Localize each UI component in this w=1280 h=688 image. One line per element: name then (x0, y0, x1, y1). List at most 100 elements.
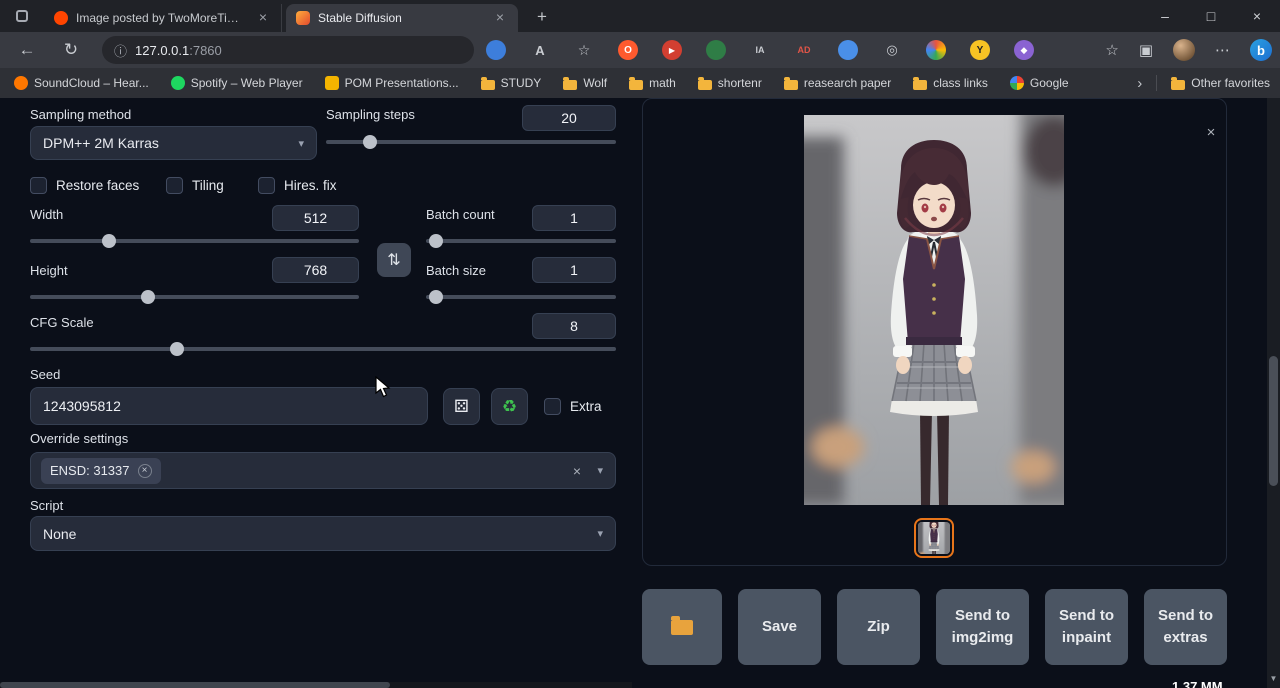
override-chip[interactable]: ENSD: 31337 × (41, 458, 161, 484)
collections-icon[interactable]: ▣ (1139, 41, 1153, 59)
remove-chip-icon[interactable]: × (138, 464, 152, 478)
scroll-down-arrow-icon[interactable]: ▼ (1267, 672, 1280, 686)
batch-size-slider[interactable] (426, 290, 616, 304)
minimize-button[interactable]: – (1142, 0, 1188, 32)
maximize-button[interactable]: □ (1188, 0, 1234, 32)
thumbnail-image (918, 522, 950, 554)
random-seed-button[interactable]: ⚄ (443, 388, 480, 425)
bookmark-folder-reasearch-paper[interactable]: reasearch paper (784, 76, 891, 90)
new-tab-button[interactable]: + (530, 5, 554, 29)
gallery-thumbnail-selected[interactable] (914, 518, 954, 558)
slider-handle[interactable] (102, 234, 116, 248)
extra-seed-checkbox[interactable]: Extra (544, 398, 602, 415)
slider-handle[interactable] (141, 290, 155, 304)
swap-dimensions-button[interactable]: ⇅ (377, 243, 411, 277)
tiling-checkbox[interactable]: Tiling (166, 177, 224, 194)
reuse-seed-button[interactable]: ♻ (491, 388, 528, 425)
slider-handle[interactable] (429, 290, 443, 304)
checkbox-box[interactable] (544, 398, 561, 415)
horizontal-scrollbar[interactable] (0, 682, 632, 688)
refresh-button[interactable]: ↻ (56, 32, 86, 68)
open-folder-button[interactable] (642, 589, 722, 665)
height-input[interactable] (272, 257, 359, 283)
ia-extension-icon[interactable]: IA (750, 40, 770, 60)
width-input[interactable] (272, 205, 359, 231)
bookmark-folder-math[interactable]: math (629, 76, 676, 90)
cfg-scale-slider[interactable] (30, 342, 616, 356)
spotify-icon (171, 76, 185, 90)
slider-handle[interactable] (363, 135, 377, 149)
hires-fix-checkbox[interactable]: Hires. fix (258, 177, 337, 194)
batch-count-slider[interactable] (426, 234, 616, 248)
sampling-steps-slider[interactable] (326, 135, 616, 149)
close-window-button[interactable]: × (1234, 0, 1280, 32)
bookmark-folder-wolf[interactable]: Wolf (563, 76, 607, 90)
pin-extension-icon[interactable]: ◎ (882, 40, 902, 60)
vertical-scrollbar-thumb[interactable] (1269, 356, 1278, 486)
navigation-bar: ← ↻ ⓘ 127.0.0.1:7860 A ☆ O ▶ IA AD ◎ Y ◆… (0, 32, 1280, 68)
cfg-scale-input[interactable] (532, 313, 616, 339)
url-port: :7860 (189, 43, 222, 58)
favorites-star-icon[interactable]: ☆ (1105, 41, 1118, 59)
checkbox-box[interactable] (258, 177, 275, 194)
tag-extension-icon[interactable] (486, 40, 506, 60)
play-extension-icon[interactable]: ▶ (662, 40, 682, 60)
slider-track (30, 239, 359, 243)
shield-extension-icon[interactable] (706, 40, 726, 60)
other-favorites-folder[interactable]: Other favorites (1171, 76, 1270, 90)
bookmark-soundcloud[interactable]: SoundCloud – Hear... (14, 76, 149, 90)
browser-menu-icon[interactable]: ⋯ (1215, 41, 1230, 59)
slider-handle[interactable] (429, 234, 443, 248)
y-extension-icon[interactable]: Y (970, 40, 990, 60)
width-slider[interactable] (30, 234, 359, 248)
slides-icon (325, 76, 339, 90)
send-to-inpaint-button[interactable]: Send to inpaint (1045, 589, 1128, 665)
star-extension-icon[interactable]: ☆ (574, 40, 594, 60)
bookmark-spotify[interactable]: Spotify – Web Player (171, 76, 303, 90)
close-preview-icon[interactable]: × (1203, 125, 1219, 141)
blue-extension-icon[interactable] (838, 40, 858, 60)
horizontal-scrollbar-thumb[interactable] (0, 682, 390, 688)
bookmark-google[interactable]: Google (1010, 76, 1069, 90)
chevron-down-icon: ▾ (597, 527, 603, 540)
sampling-steps-input[interactable] (522, 105, 616, 131)
restore-faces-checkbox[interactable]: Restore faces (30, 177, 139, 194)
checkbox-box[interactable] (30, 177, 47, 194)
generated-image[interactable] (804, 115, 1064, 505)
tab-actions-button[interactable] (10, 4, 34, 28)
ad-extension-icon[interactable]: AD (794, 40, 814, 60)
save-button[interactable]: Save (738, 589, 821, 665)
color-wheel-extension-icon[interactable] (926, 40, 946, 60)
batch-count-input[interactable] (532, 205, 616, 231)
adguard-extension-icon[interactable]: A (530, 40, 550, 60)
profile-avatar[interactable] (1173, 39, 1195, 61)
slider-handle[interactable] (170, 342, 184, 356)
send-to-extras-button[interactable]: Send to extras (1144, 589, 1227, 665)
bookmark-folder-class-links[interactable]: class links (913, 76, 988, 90)
checkbox-box[interactable] (166, 177, 183, 194)
script-dropdown[interactable]: None ▾ (30, 516, 616, 551)
address-bar[interactable]: ⓘ 127.0.0.1:7860 (102, 36, 474, 64)
send-to-img2img-button[interactable]: Send to img2img (936, 589, 1029, 665)
close-tab-icon[interactable]: × (255, 10, 271, 26)
site-info-icon[interactable]: ⓘ (114, 41, 127, 60)
batch-size-input[interactable] (532, 257, 616, 283)
height-slider[interactable] (30, 290, 359, 304)
vertical-scrollbar[interactable]: ▼ (1267, 98, 1280, 688)
bookmark-folder-study[interactable]: STUDY (481, 76, 542, 90)
zip-button[interactable]: Zip (837, 589, 920, 665)
bookmark-pom-presentations[interactable]: POM Presentations... (325, 76, 459, 90)
sampling-method-dropdown[interactable]: DPM++ 2M Karras ▾ (30, 126, 317, 160)
purple-extension-icon[interactable]: ◆ (1014, 40, 1034, 60)
tab-stable-diffusion[interactable]: Stable Diffusion × (286, 4, 518, 32)
tab-image-posted[interactable]: Image posted by TwoMoreTimes × (44, 4, 282, 32)
seed-input[interactable] (30, 387, 428, 425)
close-tab-icon[interactable]: × (492, 10, 508, 26)
orange-extension-icon[interactable]: O (618, 40, 638, 60)
override-settings-combobox[interactable]: ENSD: 31337 × × ▾ (30, 452, 616, 489)
bookmarks-overflow-chevron-icon[interactable]: › (1137, 75, 1142, 92)
bookmark-folder-shortenr[interactable]: shortenr (698, 76, 762, 90)
back-button[interactable]: ← (12, 32, 42, 68)
bing-icon[interactable]: b (1250, 39, 1272, 61)
clear-combobox-icon[interactable]: × (573, 463, 581, 479)
